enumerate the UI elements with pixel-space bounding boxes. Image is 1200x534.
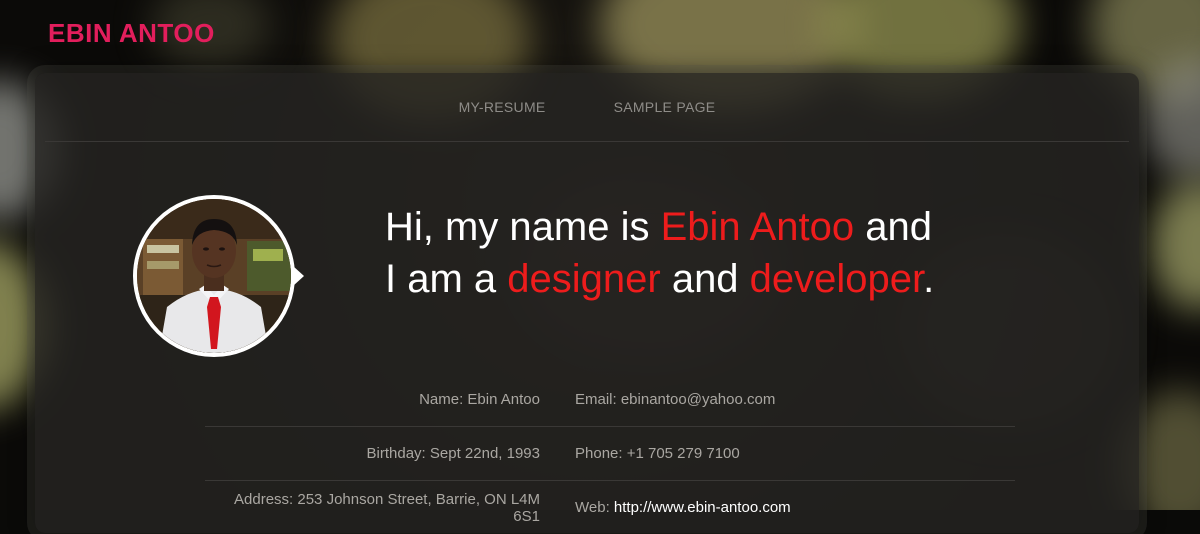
address-field: Address: 253 Johnson Street, Barrie, ON …: [234, 490, 540, 525]
bokeh-light: [1150, 180, 1200, 310]
email-label: Email:: [575, 391, 621, 408]
nav-item-sample-page[interactable]: SAMPLE PAGE: [614, 99, 716, 115]
email-field: Email: ebinantoo@yahoo.com: [575, 391, 775, 408]
intro-role-developer: developer: [749, 257, 924, 301]
main-nav: MY-RESUME SAMPLE PAGE: [45, 73, 1129, 142]
phone-field: Phone: +1 705 279 7100: [575, 445, 740, 462]
intro-name: Ebin Antoo: [660, 205, 855, 249]
intro-role-designer: designer: [507, 257, 661, 301]
web-label: Web:: [575, 499, 614, 516]
intro-text: and: [660, 257, 750, 301]
site-title[interactable]: EBIN ANTOO: [48, 18, 215, 49]
intro-headline: Hi, my name is Ebin Antoo and I am a des…: [385, 201, 934, 305]
speech-pointer: [293, 266, 304, 286]
website-link[interactable]: http://www.ebin-antoo.com: [614, 499, 791, 516]
intro-text: and: [854, 205, 932, 249]
intro-text: .: [923, 257, 935, 301]
phone-label: Phone:: [575, 445, 627, 462]
phone-value: +1 705 279 7100: [626, 445, 740, 462]
birthday-field: Birthday: Sept 22nd, 1993: [366, 445, 540, 462]
info-row: Address: 253 Johnson Street, Barrie, ON …: [205, 481, 1015, 534]
info-row: Birthday: Sept 22nd, 1993 Phone: +1 705 …: [205, 427, 1015, 481]
intro-text: I am a: [385, 257, 508, 301]
nav-item-my-resume[interactable]: MY-RESUME: [459, 99, 546, 115]
avatar: [133, 195, 295, 357]
info-row: Name: Ebin Antoo Email: ebinantoo@yahoo.…: [205, 373, 1015, 427]
email-value: ebinantoo@yahoo.com: [620, 391, 776, 408]
intro-text: Hi, my name is: [385, 205, 661, 249]
content-panel: MY-RESUME SAMPLE PAGE Hi, my name is Ebi…: [35, 73, 1139, 533]
avatar-bubble: [133, 195, 304, 357]
web-field: Web: http://www.ebin-antoo.com: [575, 499, 791, 516]
portrait-photo: [137, 199, 291, 353]
name-field: Name: Ebin Antoo: [419, 391, 540, 408]
